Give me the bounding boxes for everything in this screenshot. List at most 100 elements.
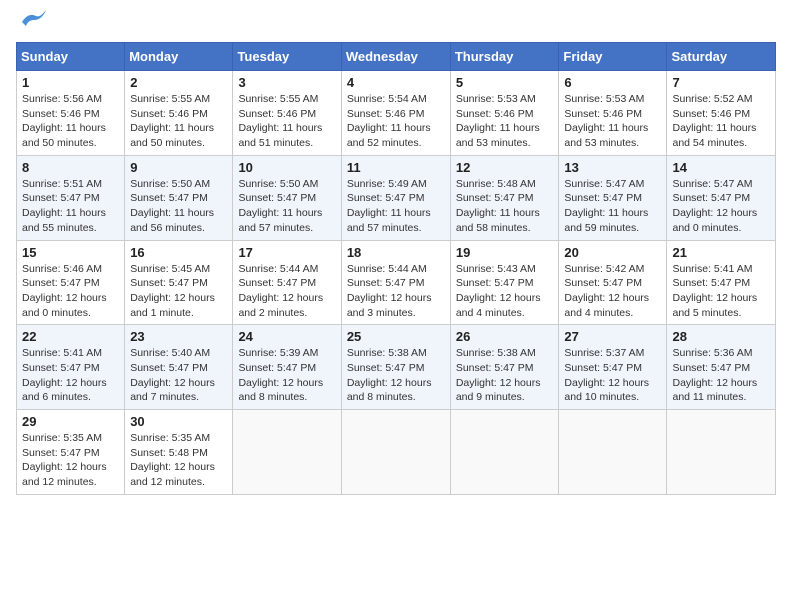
calendar-cell: 2 Sunrise: 5:55 AM Sunset: 5:46 PM Dayli… (125, 71, 233, 156)
page-header (16, 16, 776, 30)
calendar-cell: 26 Sunrise: 5:38 AM Sunset: 5:47 PM Dayl… (450, 325, 559, 410)
day-number: 22 (22, 329, 119, 344)
calendar-cell: 27 Sunrise: 5:37 AM Sunset: 5:47 PM Dayl… (559, 325, 667, 410)
day-number: 12 (456, 160, 554, 175)
day-number: 13 (564, 160, 661, 175)
day-number: 23 (130, 329, 227, 344)
day-number: 20 (564, 245, 661, 260)
logo-bird-icon (18, 8, 48, 30)
day-number: 8 (22, 160, 119, 175)
calendar-week-row: 8 Sunrise: 5:51 AM Sunset: 5:47 PM Dayli… (17, 155, 776, 240)
calendar-cell: 16 Sunrise: 5:45 AM Sunset: 5:47 PM Dayl… (125, 240, 233, 325)
day-number: 15 (22, 245, 119, 260)
calendar-table: SundayMondayTuesdayWednesdayThursdayFrid… (16, 42, 776, 495)
day-number: 14 (672, 160, 770, 175)
calendar-cell: 4 Sunrise: 5:54 AM Sunset: 5:46 PM Dayli… (341, 71, 450, 156)
day-number: 27 (564, 329, 661, 344)
day-number: 3 (238, 75, 335, 90)
calendar-cell: 13 Sunrise: 5:47 AM Sunset: 5:47 PM Dayl… (559, 155, 667, 240)
calendar-cell: 30 Sunrise: 5:35 AM Sunset: 5:48 PM Dayl… (125, 410, 233, 495)
day-number: 2 (130, 75, 227, 90)
col-header-wednesday: Wednesday (341, 43, 450, 71)
day-number: 17 (238, 245, 335, 260)
day-info: Sunrise: 5:44 AM Sunset: 5:47 PM Dayligh… (238, 262, 335, 321)
day-info: Sunrise: 5:51 AM Sunset: 5:47 PM Dayligh… (22, 177, 119, 236)
calendar-cell: 20 Sunrise: 5:42 AM Sunset: 5:47 PM Dayl… (559, 240, 667, 325)
day-info: Sunrise: 5:42 AM Sunset: 5:47 PM Dayligh… (564, 262, 661, 321)
calendar-cell: 21 Sunrise: 5:41 AM Sunset: 5:47 PM Dayl… (667, 240, 776, 325)
day-info: Sunrise: 5:41 AM Sunset: 5:47 PM Dayligh… (22, 346, 119, 405)
col-header-monday: Monday (125, 43, 233, 71)
day-number: 9 (130, 160, 227, 175)
day-number: 24 (238, 329, 335, 344)
day-number: 26 (456, 329, 554, 344)
calendar-cell: 18 Sunrise: 5:44 AM Sunset: 5:47 PM Dayl… (341, 240, 450, 325)
day-info: Sunrise: 5:43 AM Sunset: 5:47 PM Dayligh… (456, 262, 554, 321)
col-header-friday: Friday (559, 43, 667, 71)
calendar-cell: 23 Sunrise: 5:40 AM Sunset: 5:47 PM Dayl… (125, 325, 233, 410)
day-info: Sunrise: 5:47 AM Sunset: 5:47 PM Dayligh… (564, 177, 661, 236)
calendar-cell: 28 Sunrise: 5:36 AM Sunset: 5:47 PM Dayl… (667, 325, 776, 410)
day-info: Sunrise: 5:50 AM Sunset: 5:47 PM Dayligh… (238, 177, 335, 236)
day-number: 19 (456, 245, 554, 260)
col-header-sunday: Sunday (17, 43, 125, 71)
day-number: 18 (347, 245, 445, 260)
calendar-cell: 3 Sunrise: 5:55 AM Sunset: 5:46 PM Dayli… (233, 71, 341, 156)
calendar-cell: 29 Sunrise: 5:35 AM Sunset: 5:47 PM Dayl… (17, 410, 125, 495)
calendar-week-row: 15 Sunrise: 5:46 AM Sunset: 5:47 PM Dayl… (17, 240, 776, 325)
day-info: Sunrise: 5:38 AM Sunset: 5:47 PM Dayligh… (347, 346, 445, 405)
calendar-cell: 5 Sunrise: 5:53 AM Sunset: 5:46 PM Dayli… (450, 71, 559, 156)
day-info: Sunrise: 5:56 AM Sunset: 5:46 PM Dayligh… (22, 92, 119, 151)
calendar-cell: 15 Sunrise: 5:46 AM Sunset: 5:47 PM Dayl… (17, 240, 125, 325)
calendar-cell (233, 410, 341, 495)
calendar-cell (559, 410, 667, 495)
day-info: Sunrise: 5:45 AM Sunset: 5:47 PM Dayligh… (130, 262, 227, 321)
calendar-cell: 1 Sunrise: 5:56 AM Sunset: 5:46 PM Dayli… (17, 71, 125, 156)
calendar-week-row: 29 Sunrise: 5:35 AM Sunset: 5:47 PM Dayl… (17, 410, 776, 495)
calendar-week-row: 22 Sunrise: 5:41 AM Sunset: 5:47 PM Dayl… (17, 325, 776, 410)
calendar-cell: 8 Sunrise: 5:51 AM Sunset: 5:47 PM Dayli… (17, 155, 125, 240)
day-info: Sunrise: 5:47 AM Sunset: 5:47 PM Dayligh… (672, 177, 770, 236)
day-info: Sunrise: 5:55 AM Sunset: 5:46 PM Dayligh… (130, 92, 227, 151)
day-info: Sunrise: 5:41 AM Sunset: 5:47 PM Dayligh… (672, 262, 770, 321)
day-number: 11 (347, 160, 445, 175)
day-info: Sunrise: 5:44 AM Sunset: 5:47 PM Dayligh… (347, 262, 445, 321)
day-info: Sunrise: 5:39 AM Sunset: 5:47 PM Dayligh… (238, 346, 335, 405)
day-number: 4 (347, 75, 445, 90)
calendar-cell: 11 Sunrise: 5:49 AM Sunset: 5:47 PM Dayl… (341, 155, 450, 240)
day-number: 21 (672, 245, 770, 260)
calendar-week-row: 1 Sunrise: 5:56 AM Sunset: 5:46 PM Dayli… (17, 71, 776, 156)
day-info: Sunrise: 5:40 AM Sunset: 5:47 PM Dayligh… (130, 346, 227, 405)
day-info: Sunrise: 5:54 AM Sunset: 5:46 PM Dayligh… (347, 92, 445, 151)
day-info: Sunrise: 5:48 AM Sunset: 5:47 PM Dayligh… (456, 177, 554, 236)
day-info: Sunrise: 5:37 AM Sunset: 5:47 PM Dayligh… (564, 346, 661, 405)
day-number: 7 (672, 75, 770, 90)
day-info: Sunrise: 5:35 AM Sunset: 5:48 PM Dayligh… (130, 431, 227, 490)
calendar-cell: 7 Sunrise: 5:52 AM Sunset: 5:46 PM Dayli… (667, 71, 776, 156)
col-header-tuesday: Tuesday (233, 43, 341, 71)
col-header-thursday: Thursday (450, 43, 559, 71)
day-number: 10 (238, 160, 335, 175)
day-number: 30 (130, 414, 227, 429)
calendar-cell (667, 410, 776, 495)
calendar-cell: 9 Sunrise: 5:50 AM Sunset: 5:47 PM Dayli… (125, 155, 233, 240)
day-number: 28 (672, 329, 770, 344)
calendar-cell: 19 Sunrise: 5:43 AM Sunset: 5:47 PM Dayl… (450, 240, 559, 325)
day-number: 25 (347, 329, 445, 344)
day-number: 1 (22, 75, 119, 90)
day-info: Sunrise: 5:49 AM Sunset: 5:47 PM Dayligh… (347, 177, 445, 236)
day-info: Sunrise: 5:50 AM Sunset: 5:47 PM Dayligh… (130, 177, 227, 236)
calendar-cell: 10 Sunrise: 5:50 AM Sunset: 5:47 PM Dayl… (233, 155, 341, 240)
calendar-cell (450, 410, 559, 495)
day-info: Sunrise: 5:35 AM Sunset: 5:47 PM Dayligh… (22, 431, 119, 490)
calendar-cell: 14 Sunrise: 5:47 AM Sunset: 5:47 PM Dayl… (667, 155, 776, 240)
day-info: Sunrise: 5:55 AM Sunset: 5:46 PM Dayligh… (238, 92, 335, 151)
day-info: Sunrise: 5:36 AM Sunset: 5:47 PM Dayligh… (672, 346, 770, 405)
day-info: Sunrise: 5:46 AM Sunset: 5:47 PM Dayligh… (22, 262, 119, 321)
day-number: 29 (22, 414, 119, 429)
calendar-cell (341, 410, 450, 495)
calendar-cell: 6 Sunrise: 5:53 AM Sunset: 5:46 PM Dayli… (559, 71, 667, 156)
day-info: Sunrise: 5:52 AM Sunset: 5:46 PM Dayligh… (672, 92, 770, 151)
calendar-cell: 12 Sunrise: 5:48 AM Sunset: 5:47 PM Dayl… (450, 155, 559, 240)
calendar-cell: 24 Sunrise: 5:39 AM Sunset: 5:47 PM Dayl… (233, 325, 341, 410)
